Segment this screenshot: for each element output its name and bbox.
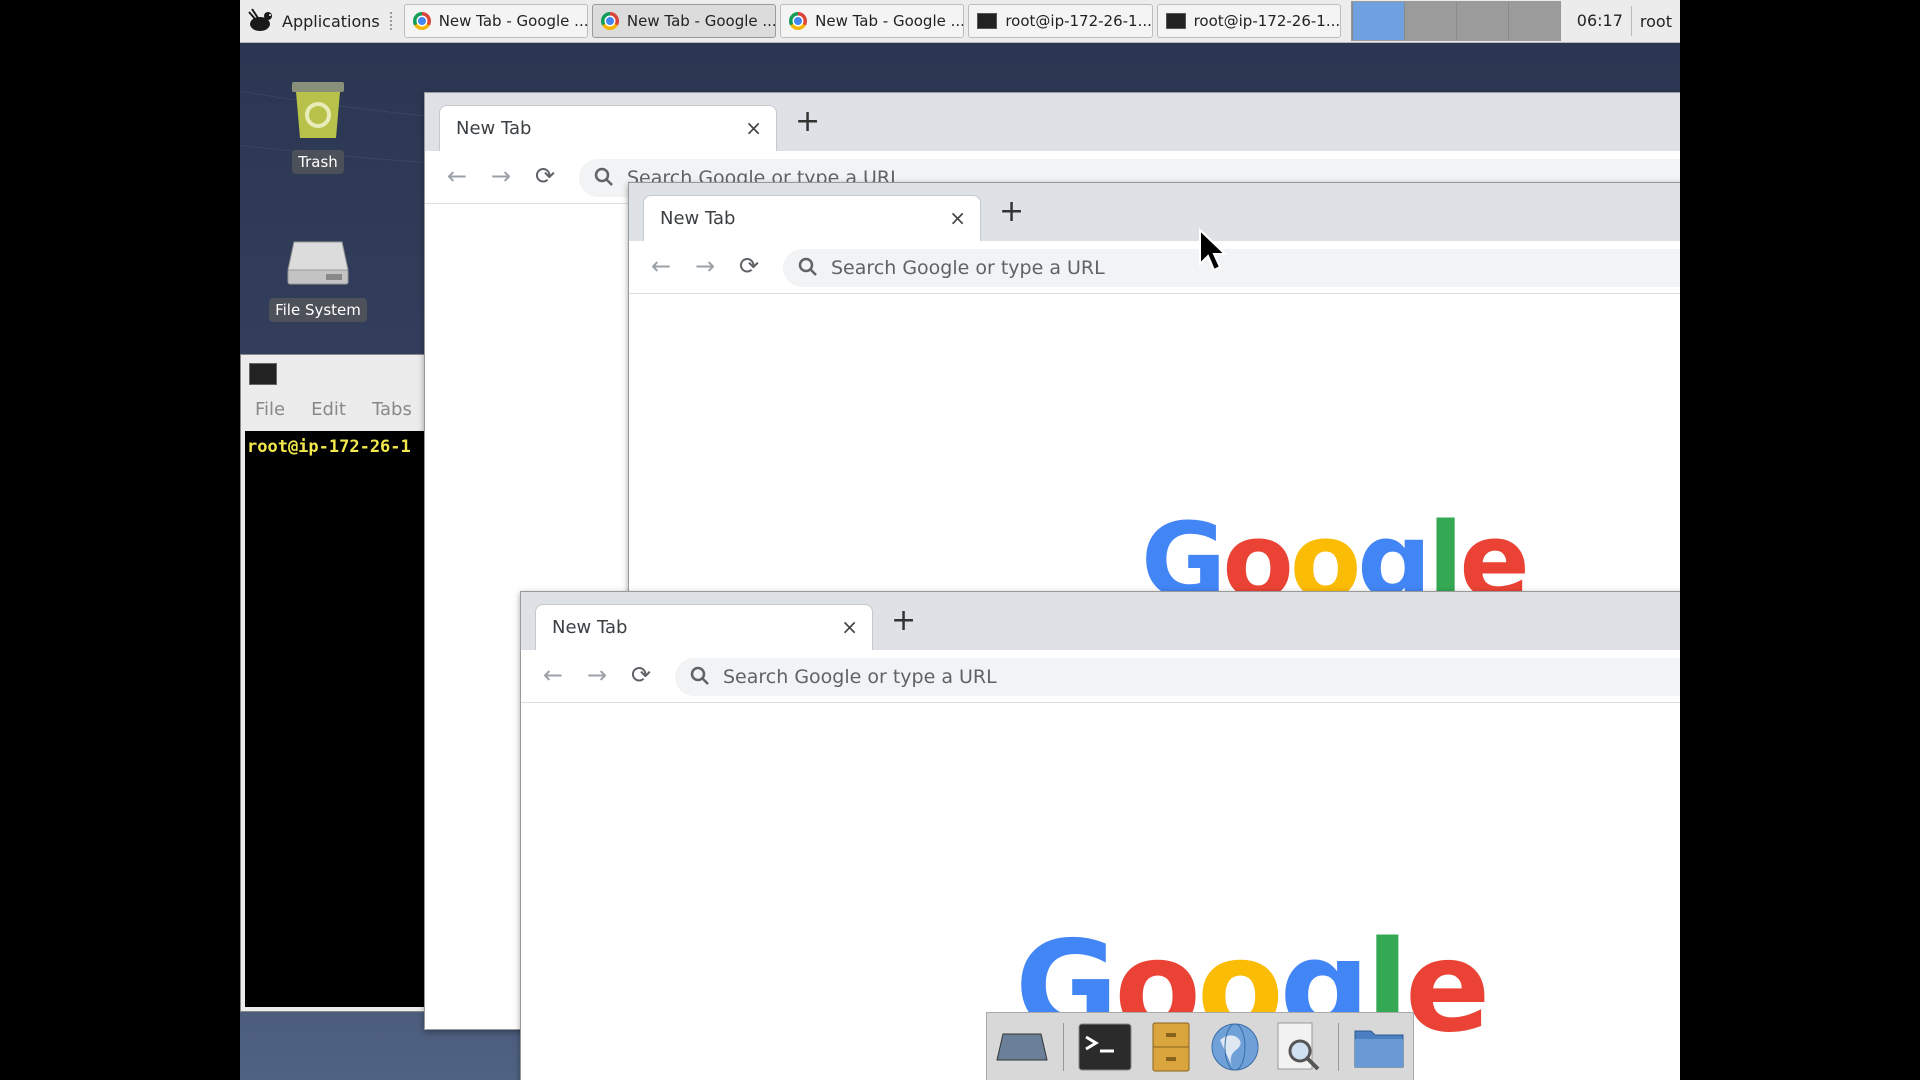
forward-arrow-icon[interactable]: → xyxy=(491,163,511,189)
workspace-3[interactable] xyxy=(1455,2,1508,40)
terminal-menubar: File Edit Tabs xyxy=(241,399,431,429)
forward-arrow-icon[interactable]: → xyxy=(587,662,607,688)
taskbar-item-label: New Tab - Google ... xyxy=(438,12,588,30)
tab-close-icon[interactable]: × xyxy=(949,206,966,230)
workspace-switcher[interactable] xyxy=(1350,1,1561,41)
search-icon xyxy=(690,666,709,685)
back-arrow-icon[interactable]: ← xyxy=(447,163,467,189)
xfce-mouse-icon xyxy=(248,8,272,31)
omnibox-placeholder: Search Google or type a URL xyxy=(723,666,997,688)
panel-clock[interactable]: 06:17 xyxy=(1569,6,1632,36)
new-tab-button[interactable]: + xyxy=(891,606,916,636)
terminal-window[interactable]: File Edit Tabs root@ip-172-26-1 xyxy=(240,354,432,1012)
tab-strip: New Tab × + xyxy=(629,183,1680,242)
omnibox[interactable]: Search Google or type a URL xyxy=(783,249,1680,287)
google-logo: Google xyxy=(1141,500,1530,604)
tab-title: New Tab xyxy=(456,118,532,139)
new-tab-button[interactable]: + xyxy=(795,107,820,137)
taskbar-item-label: root@ip-172-26-1... xyxy=(1005,12,1152,30)
omnibox[interactable]: Search Google or type a URL xyxy=(675,658,1680,696)
workspace-2[interactable] xyxy=(1403,2,1456,40)
web-browser-icon xyxy=(1211,1023,1259,1070)
tab-strip: New Tab × + xyxy=(425,93,1680,152)
tab-title: New Tab xyxy=(660,208,736,229)
dock-file-manager[interactable] xyxy=(1146,1019,1196,1075)
workspace-4[interactable] xyxy=(1507,2,1560,40)
taskbar-item-chrome-2[interactable]: New Tab - Google ... xyxy=(591,4,777,38)
search-icon xyxy=(798,257,817,276)
menu-file[interactable]: File xyxy=(255,399,285,429)
dock-terminal[interactable] xyxy=(1078,1019,1132,1075)
tab-title: New Tab xyxy=(552,617,628,638)
taskbar-item-chrome-1[interactable]: New Tab - Google ... xyxy=(403,4,588,38)
dock-show-desktop[interactable] xyxy=(995,1019,1049,1075)
applications-menu-button[interactable]: Applications xyxy=(240,0,386,42)
taskbar-item-terminal-1[interactable]: root@ip-172-26-1... xyxy=(968,4,1153,38)
dock-separator xyxy=(1063,1022,1064,1071)
reload-icon[interactable]: ⟳ xyxy=(535,163,555,189)
back-arrow-icon[interactable]: ← xyxy=(651,253,671,279)
hard-drive-icon xyxy=(287,241,349,285)
applications-label: Applications xyxy=(282,11,380,31)
panel-user[interactable]: root xyxy=(1632,12,1680,31)
dock xyxy=(986,1012,1414,1080)
file-cabinet-icon xyxy=(1152,1022,1190,1071)
terminal-icon xyxy=(1078,1023,1132,1070)
browser-toolbar: ← → ⟳ Search Google or type a URL xyxy=(521,650,1680,703)
chrome-icon xyxy=(789,12,808,30)
browser-tab[interactable]: New Tab × xyxy=(439,105,777,152)
dock-separator xyxy=(1338,1022,1340,1071)
desktop: Applications New Tab - Google ... New Ta… xyxy=(240,0,1680,1080)
new-tab-button[interactable]: + xyxy=(999,197,1024,227)
taskbar-item-chrome-3[interactable]: New Tab - Google ... xyxy=(780,4,965,38)
chrome-icon xyxy=(412,12,431,30)
menu-edit[interactable]: Edit xyxy=(311,399,346,429)
terminal-prompt: root@ip-172-26-1 xyxy=(247,437,411,457)
terminal-icon xyxy=(977,13,998,29)
desktop-icon-trash[interactable]: Trash xyxy=(263,78,373,174)
taskbar-item-label: New Tab - Google ... xyxy=(626,12,777,30)
forward-arrow-icon[interactable]: → xyxy=(695,253,715,279)
back-arrow-icon[interactable]: ← xyxy=(543,662,563,688)
tab-strip: New Tab × + xyxy=(521,592,1680,651)
page-content: Google xyxy=(629,294,1680,603)
mouse-cursor-icon xyxy=(1199,228,1228,272)
trash-icon xyxy=(292,82,344,138)
browser-tab[interactable]: New Tab × xyxy=(643,195,981,242)
folder-icon xyxy=(1354,1030,1404,1067)
terminal-window-icon xyxy=(249,363,277,385)
workspace-1[interactable] xyxy=(1351,2,1404,40)
browser-window-2[interactable]: New Tab × + ← → ⟳ Search Google or type … xyxy=(628,182,1680,604)
dock-search[interactable] xyxy=(1274,1019,1324,1075)
reload-icon[interactable]: ⟳ xyxy=(739,253,759,279)
browser-tab[interactable]: New Tab × xyxy=(535,604,873,651)
desktop-icon-label: File System xyxy=(269,298,367,322)
taskbar-item-terminal-2[interactable]: root@ip-172-26-1... xyxy=(1156,4,1341,38)
chrome-icon xyxy=(600,12,619,30)
taskbar-item-label: root@ip-172-26-1... xyxy=(1193,12,1341,30)
browser-window-3[interactable]: New Tab × + ← → ⟳ Search Google or type … xyxy=(520,591,1680,1080)
search-icon xyxy=(594,167,613,186)
terminal-output[interactable]: root@ip-172-26-1 xyxy=(245,431,431,1007)
tab-close-icon[interactable]: × xyxy=(745,116,762,140)
top-panel: Applications New Tab - Google ... New Ta… xyxy=(240,0,1680,43)
search-app-icon xyxy=(1277,1022,1320,1070)
dock-folder[interactable] xyxy=(1353,1019,1405,1075)
terminal-icon xyxy=(1165,13,1186,29)
taskbar-item-label: New Tab - Google ... xyxy=(815,12,965,30)
panel-separator xyxy=(389,12,396,30)
desktop-icon-filesystem[interactable]: File System xyxy=(263,234,373,322)
menu-tabs[interactable]: Tabs xyxy=(372,399,412,429)
dock-web-browser[interactable] xyxy=(1210,1019,1260,1075)
browser-toolbar: ← → ⟳ Search Google or type a URL xyxy=(629,241,1680,294)
device-frame: Applications New Tab - Google ... New Ta… xyxy=(0,0,1920,1080)
omnibox-placeholder: Search Google or type a URL xyxy=(831,257,1105,279)
show-desktop-icon xyxy=(996,1033,1048,1060)
reload-icon[interactable]: ⟳ xyxy=(631,662,651,688)
tab-close-icon[interactable]: × xyxy=(841,615,858,639)
desktop-icon-label: Trash xyxy=(292,150,344,174)
